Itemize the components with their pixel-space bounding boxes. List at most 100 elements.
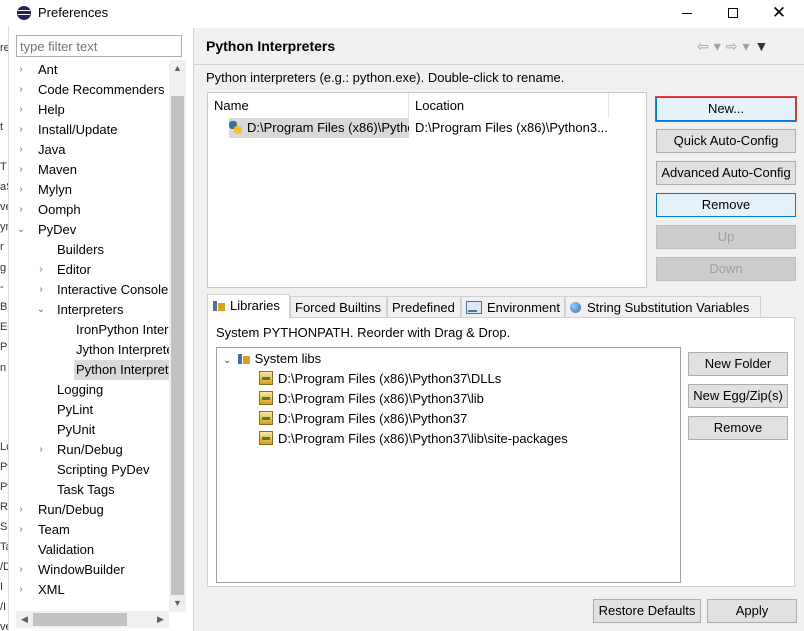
chevron-right-icon[interactable]: › xyxy=(16,160,26,180)
tree-item-interpreters[interactable]: ⌄ Interpreters xyxy=(16,300,171,320)
tree-item-scripting-pydev[interactable]: Scripting PyDev xyxy=(16,460,171,480)
tree-item-validation[interactable]: Validation xyxy=(16,540,171,560)
list-item[interactable]: D:\Program Files (x86)\Python37\DLLs xyxy=(259,369,501,389)
new-egg-zip-button[interactable]: New Egg/Zip(s) xyxy=(688,384,788,408)
chevron-down-icon[interactable]: ⌄ xyxy=(223,351,233,371)
tree-item-windowbuilder[interactable]: › WindowBuilder xyxy=(16,560,171,580)
back-arrow-icon[interactable]: ⇦ xyxy=(697,38,709,54)
libraries-description: System PYTHONPATH. Reorder with Drag & D… xyxy=(216,325,511,340)
column-header-name[interactable]: Name xyxy=(208,93,409,118)
down-button[interactable]: Down xyxy=(656,257,796,281)
tree-item-pylint[interactable]: PyLint xyxy=(16,400,171,420)
tab-environment[interactable]: Environment xyxy=(461,296,565,318)
tree-item-logging[interactable]: Logging xyxy=(16,380,171,400)
list-item[interactable]: D:\Program Files (x86)\Python37\lib\site… xyxy=(259,429,568,449)
apply-button[interactable]: Apply xyxy=(707,599,797,623)
chevron-down-icon[interactable]: ⌄ xyxy=(16,220,26,240)
column-header-location[interactable]: Location xyxy=(409,93,609,118)
tree-item-xml[interactable]: › XML xyxy=(16,580,171,600)
libraries-icon xyxy=(212,299,226,312)
remove-interpreter-button[interactable]: Remove xyxy=(656,193,796,217)
tree-item-maven[interactable]: › Maven xyxy=(16,160,171,180)
chevron-right-icon[interactable]: › xyxy=(36,440,46,460)
tree-item-pydev-run-debug[interactable]: › Run/Debug xyxy=(16,440,171,460)
chevron-right-icon[interactable]: › xyxy=(36,260,46,280)
chevron-right-icon[interactable]: › xyxy=(16,580,26,600)
bg-text: I xyxy=(0,581,4,593)
up-button[interactable]: Up xyxy=(656,225,796,249)
tree-item-install-update[interactable]: › Install/Update xyxy=(16,120,171,140)
tree-vertical-scrollbar[interactable]: ▲ ▼ xyxy=(169,60,186,612)
scroll-thumb[interactable] xyxy=(171,96,184,595)
restore-defaults-button[interactable]: Restore Defaults xyxy=(593,599,701,623)
chevron-down-icon[interactable]: ⌄ xyxy=(36,300,46,320)
tree-item-team[interactable]: › Team xyxy=(16,520,171,540)
view-menu-icon[interactable]: ▼ xyxy=(755,38,769,54)
chevron-right-icon[interactable]: › xyxy=(16,140,26,160)
tree-item-system-libs[interactable]: ⌄ System libs xyxy=(223,349,321,369)
new-folder-button[interactable]: New Folder xyxy=(688,352,788,376)
tree-horizontal-scrollbar[interactable]: ◀ ▶ xyxy=(16,611,169,628)
tree-item-oomph[interactable]: › Oomph xyxy=(16,200,171,220)
tree-item-jython-interpreter[interactable]: Jython Interpreter xyxy=(16,340,171,360)
tree-item-mylyn[interactable]: › Mylyn xyxy=(16,180,171,200)
bg-text: Py xyxy=(0,481,8,493)
chevron-right-icon[interactable]: › xyxy=(16,80,26,100)
scroll-left-icon[interactable]: ◀ xyxy=(16,611,33,628)
tree-item-java[interactable]: › Java xyxy=(16,140,171,160)
close-button[interactable]: ✕ xyxy=(756,0,802,26)
quick-auto-config-button[interactable]: Quick Auto-Config xyxy=(656,129,796,153)
forward-menu-icon[interactable]: ▾ xyxy=(743,38,750,54)
list-item[interactable]: D:\Program Files (x86)\Python37\lib xyxy=(259,389,484,409)
back-menu-icon[interactable]: ▾ xyxy=(714,38,721,54)
forward-arrow-icon[interactable]: ⇨ xyxy=(726,38,738,54)
tab-forced-builtins[interactable]: Forced Builtins xyxy=(290,296,387,318)
tree-item-task-tags[interactable]: Task Tags xyxy=(16,480,171,500)
chevron-right-icon[interactable]: › xyxy=(16,560,26,580)
bg-text: Ru xyxy=(0,501,8,513)
list-item[interactable]: D:\Program Files (x86)\Python37 xyxy=(259,409,467,429)
scroll-up-icon[interactable]: ▲ xyxy=(169,60,186,77)
bg-text: t xyxy=(0,121,4,133)
remove-library-button[interactable]: Remove xyxy=(688,416,788,440)
tree-item-ant[interactable]: › Ant xyxy=(16,60,171,80)
chevron-right-icon[interactable]: › xyxy=(16,180,26,200)
tree-item-pyunit[interactable]: PyUnit xyxy=(16,420,171,440)
tab-libraries[interactable]: Libraries xyxy=(207,294,290,319)
tab-predefined[interactable]: Predefined xyxy=(387,296,461,318)
eclipse-icon xyxy=(17,6,31,20)
chevron-right-icon[interactable]: › xyxy=(16,500,26,520)
tree-item-builders[interactable]: Builders xyxy=(16,240,171,260)
page-description: Python interpreters (e.g.: python.exe). … xyxy=(206,70,565,85)
chevron-right-icon[interactable]: › xyxy=(36,280,46,300)
chevron-right-icon[interactable]: › xyxy=(16,120,26,140)
scroll-down-icon[interactable]: ▼ xyxy=(169,595,186,612)
tree-item-python-interpreter[interactable]: Python Interpreter xyxy=(16,360,171,380)
chevron-right-icon[interactable]: › xyxy=(16,100,26,120)
advanced-auto-config-button[interactable]: Advanced Auto-Config xyxy=(656,161,796,185)
tree-item-run-debug[interactable]: › Run/Debug xyxy=(16,500,171,520)
tree-item-interactive-console[interactable]: › Interactive Console xyxy=(16,280,171,300)
tree-item-pydev[interactable]: ⌄ PyDev xyxy=(16,220,171,240)
table-row-name[interactable]: D:\Program Files (x86)\Python37 xyxy=(229,118,409,138)
scroll-thumb[interactable] xyxy=(33,613,127,626)
libraries-tab-panel: System PYTHONPATH. Reorder with Drag & D… xyxy=(207,317,795,587)
tree-item-ironpython-interpreter[interactable]: IronPython Interpreter xyxy=(16,320,171,340)
tab-string-substitution[interactable]: String Substitution Variables xyxy=(565,296,761,318)
tree-item-editor[interactable]: › Editor xyxy=(16,260,171,280)
minimize-button[interactable] xyxy=(664,0,710,26)
bg-text: Sc xyxy=(0,521,8,533)
filter-input[interactable] xyxy=(16,35,182,57)
chevron-right-icon[interactable]: › xyxy=(16,520,26,540)
new-interpreter-button[interactable]: New... xyxy=(656,97,796,121)
table-row-location[interactable]: D:\Program Files (x86)\Python3... xyxy=(415,118,640,138)
maximize-button[interactable] xyxy=(710,0,756,26)
divider xyxy=(194,64,804,65)
tree-item-help[interactable]: › Help xyxy=(16,100,171,120)
bg-text: /D xyxy=(0,561,8,573)
chevron-right-icon[interactable]: › xyxy=(16,200,26,220)
tree-item-code-recommenders[interactable]: › Code Recommenders xyxy=(16,80,171,100)
interpreters-table: Name Location D:\Program Files (x86)\Pyt… xyxy=(207,92,647,288)
scroll-right-icon[interactable]: ▶ xyxy=(152,611,169,628)
chevron-right-icon[interactable]: › xyxy=(16,60,26,80)
